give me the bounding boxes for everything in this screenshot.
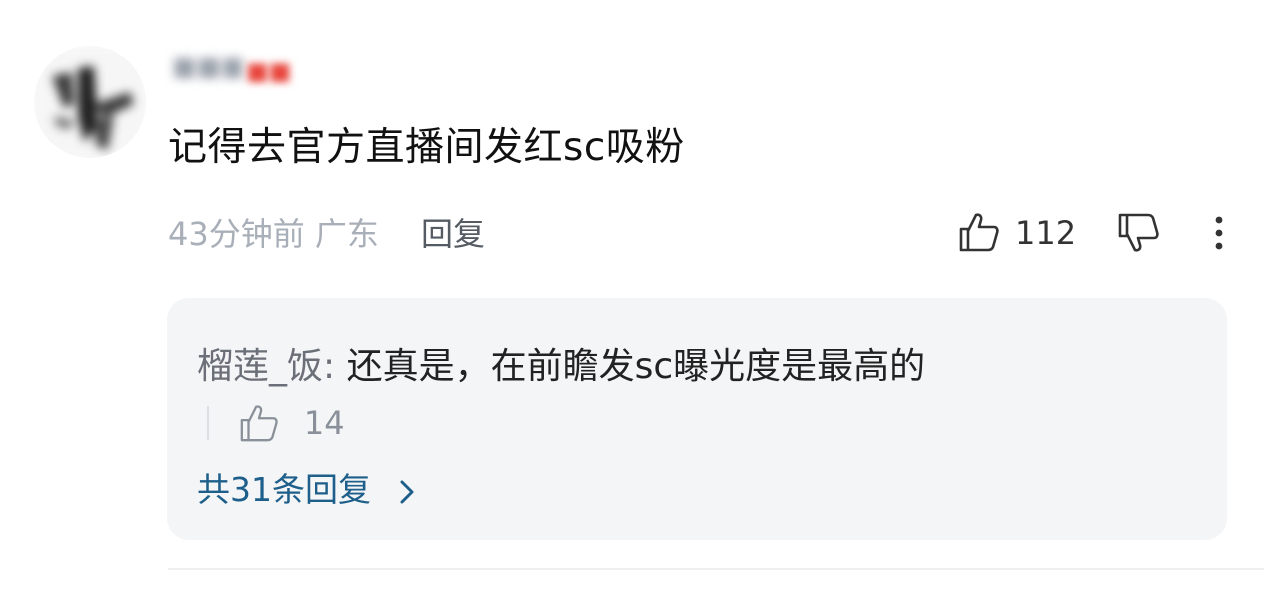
like-count: 112 bbox=[1015, 214, 1077, 252]
view-all-label: 共31条回复 bbox=[197, 470, 371, 509]
comment-author[interactable]: ■■■ bbox=[172, 54, 242, 80]
more-vertical-icon[interactable] bbox=[1202, 210, 1236, 256]
level-badge: ■■ bbox=[246, 56, 320, 86]
thumbs-up-icon bbox=[959, 213, 999, 252]
view-all-replies-link[interactable]: 共31条回复 bbox=[197, 466, 418, 514]
divider bbox=[168, 568, 1264, 570]
divider bbox=[207, 405, 209, 440]
level-badge-text: ■■ bbox=[246, 57, 292, 85]
reply-author[interactable]: 榴莲_饭: bbox=[197, 346, 335, 387]
thumbs-up-icon bbox=[241, 404, 279, 441]
reply-like-group[interactable]: 14 bbox=[207, 395, 345, 450]
replies-panel: 榴莲_饭: 还真是，在前瞻发sc曝光度是最高的 14 共31条回复 bbox=[167, 298, 1227, 540]
thumbs-down-icon[interactable] bbox=[1116, 210, 1162, 256]
comment-time-location: 43分钟前 广东 bbox=[168, 215, 379, 253]
reply-like-count: 14 bbox=[303, 403, 345, 442]
avatar-image bbox=[34, 46, 146, 158]
reply-text: 还真是，在前瞻发sc曝光度是最高的 bbox=[346, 346, 926, 387]
comment-text: 记得去官方直播间发红sc吸粉 bbox=[168, 125, 685, 170]
chevron-right-icon bbox=[400, 480, 413, 503]
top-reply[interactable]: 榴莲_饭: 还真是，在前瞻发sc曝光度是最高的 14 bbox=[197, 340, 1017, 450]
avatar[interactable] bbox=[34, 46, 146, 158]
reply-button[interactable]: 回复 bbox=[421, 210, 485, 258]
